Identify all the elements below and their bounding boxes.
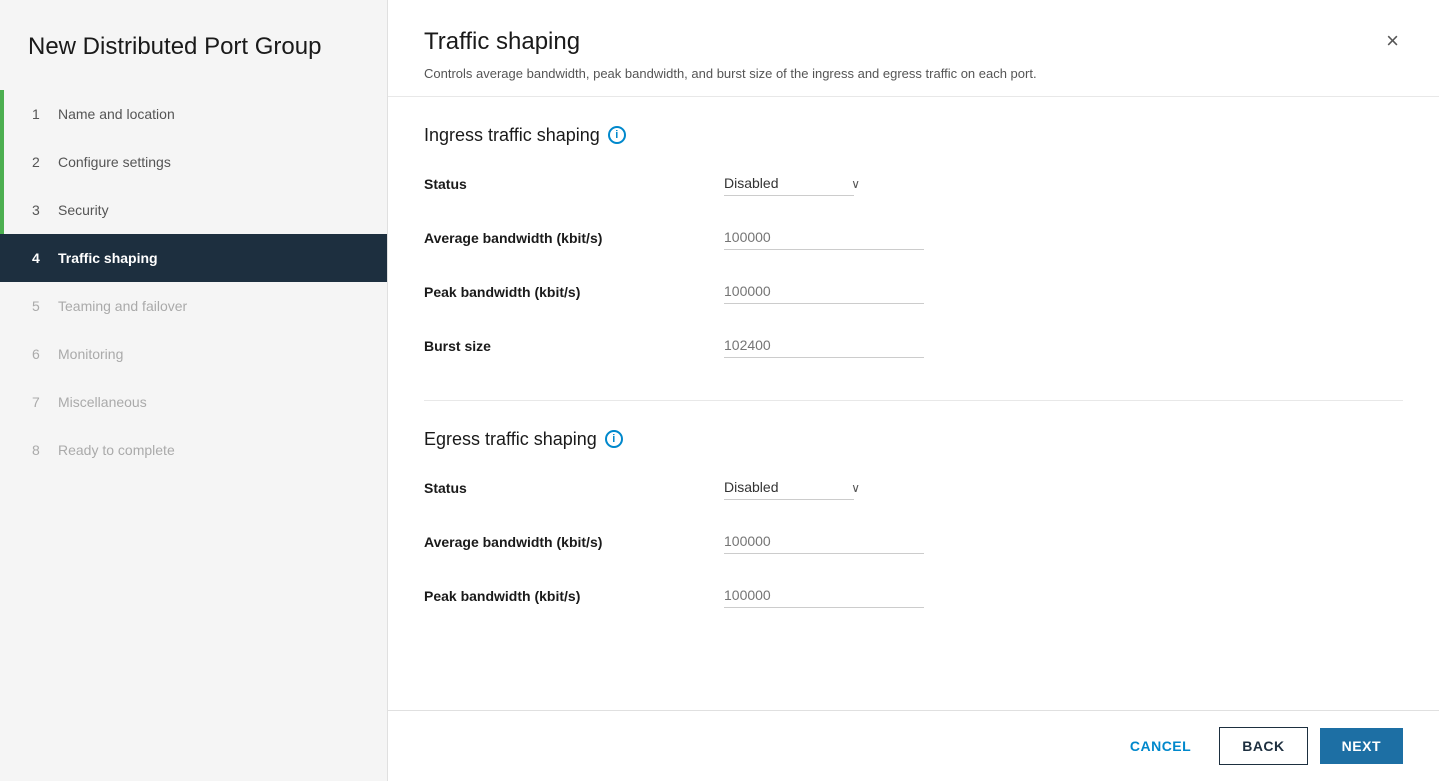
- form-row: Average bandwidth (kbit/s): [424, 220, 1403, 256]
- modal: New Distributed Port Group 1Name and loc…: [0, 0, 1439, 781]
- field-control: [724, 225, 924, 250]
- sidebar-step-2[interactable]: 2Configure settings: [0, 138, 387, 186]
- next-button[interactable]: NEXT: [1320, 728, 1403, 764]
- egress-section: Egress traffic shaping i StatusDisabledE…: [424, 429, 1403, 614]
- ingress-fields: StatusDisabledEnabled∨ Average bandwidth …: [424, 166, 1403, 364]
- average-bandwidth-kbit-s--input[interactable]: [724, 529, 924, 554]
- sidebar-steps: 1Name and location2Configure settings3Se…: [0, 90, 387, 781]
- sidebar-step-7: 7Miscellaneous: [0, 378, 387, 426]
- form-row: StatusDisabledEnabled∨: [424, 166, 1403, 202]
- form-row: Peak bandwidth (kbit/s): [424, 274, 1403, 310]
- average-bandwidth-kbit-s--input[interactable]: [724, 225, 924, 250]
- form-row: Peak bandwidth (kbit/s): [424, 578, 1403, 614]
- sidebar-step-4[interactable]: 4Traffic shaping: [0, 234, 387, 282]
- field-control: DisabledEnabled∨: [724, 171, 924, 196]
- egress-section-title: Egress traffic shaping i: [424, 429, 1403, 450]
- field-control: DisabledEnabled∨: [724, 475, 924, 500]
- footer: CANCEL BACK NEXT: [388, 710, 1439, 781]
- main-header: Traffic shaping Controls average bandwid…: [388, 0, 1439, 97]
- main-title: Traffic shaping: [424, 28, 1037, 56]
- form-row: Burst size: [424, 328, 1403, 364]
- sidebar-step-3[interactable]: 3Security: [0, 186, 387, 234]
- status-select[interactable]: DisabledEnabled: [724, 171, 854, 196]
- ingress-info-icon[interactable]: i: [608, 126, 626, 144]
- field-label: Average bandwidth (kbit/s): [424, 230, 724, 246]
- main-panel: Traffic shaping Controls average bandwid…: [388, 0, 1439, 781]
- field-label: Peak bandwidth (kbit/s): [424, 284, 724, 300]
- sidebar-step-6: 6Monitoring: [0, 330, 387, 378]
- burst-size-input[interactable]: [724, 333, 924, 358]
- field-label: Status: [424, 480, 724, 496]
- sidebar: New Distributed Port Group 1Name and loc…: [0, 0, 388, 781]
- sidebar-step-1[interactable]: 1Name and location: [0, 90, 387, 138]
- section-divider: [424, 400, 1403, 401]
- field-label: Peak bandwidth (kbit/s): [424, 588, 724, 604]
- sidebar-step-5: 5Teaming and failover: [0, 282, 387, 330]
- field-control: [724, 333, 924, 358]
- egress-info-icon[interactable]: i: [605, 430, 623, 448]
- field-control: [724, 583, 924, 608]
- sidebar-step-8: 8Ready to complete: [0, 426, 387, 474]
- ingress-section: Ingress traffic shaping i StatusDisabled…: [424, 125, 1403, 364]
- field-control: [724, 529, 924, 554]
- close-button[interactable]: ×: [1382, 30, 1403, 52]
- ingress-section-title: Ingress traffic shaping i: [424, 125, 1403, 146]
- status-select[interactable]: DisabledEnabled: [724, 475, 854, 500]
- field-label: Burst size: [424, 338, 724, 354]
- field-control: [724, 279, 924, 304]
- cancel-button[interactable]: CANCEL: [1114, 728, 1207, 764]
- egress-fields: StatusDisabledEnabled∨ Average bandwidth …: [424, 470, 1403, 614]
- main-content: Ingress traffic shaping i StatusDisabled…: [388, 97, 1439, 711]
- field-label: Average bandwidth (kbit/s): [424, 534, 724, 550]
- main-subtitle: Controls average bandwidth, peak bandwid…: [424, 64, 1037, 84]
- sidebar-title: New Distributed Port Group: [0, 0, 387, 90]
- back-button[interactable]: BACK: [1219, 727, 1307, 765]
- field-label: Status: [424, 176, 724, 192]
- peak-bandwidth-kbit-s--input[interactable]: [724, 583, 924, 608]
- form-row: StatusDisabledEnabled∨: [424, 470, 1403, 506]
- peak-bandwidth-kbit-s--input[interactable]: [724, 279, 924, 304]
- form-row: Average bandwidth (kbit/s): [424, 524, 1403, 560]
